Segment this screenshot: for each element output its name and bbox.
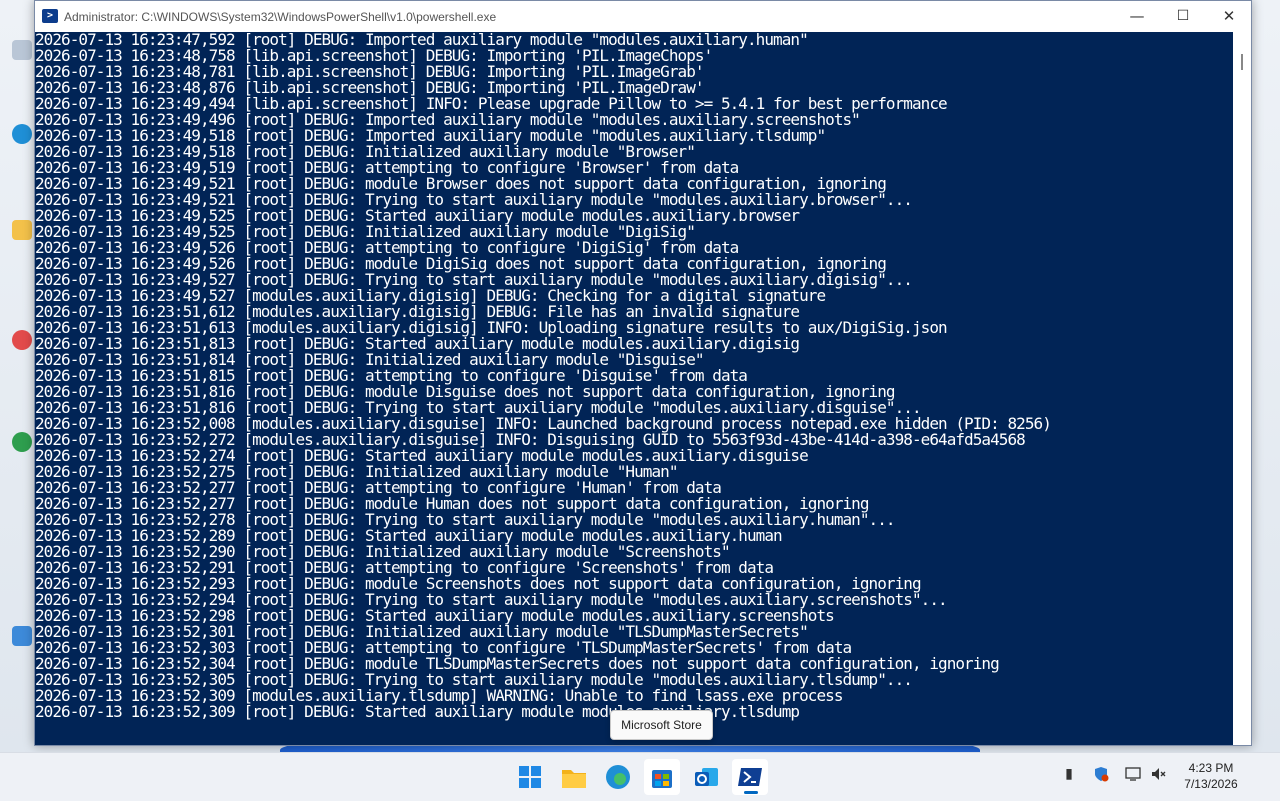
outlook-button[interactable]	[688, 759, 724, 795]
title-bar[interactable]: > Administrator: C:\WINDOWS\System32\Win…	[35, 1, 1251, 32]
taskbar-clock[interactable]: 4:23 PM 7/13/2026	[1176, 760, 1246, 792]
volume-muted-icon[interactable]	[1150, 766, 1166, 782]
active-indicator	[744, 791, 758, 794]
powershell-window[interactable]: > Administrator: C:\WINDOWS\System32\Win…	[34, 0, 1252, 746]
powershell-taskbar-button[interactable]	[732, 759, 768, 795]
start-button[interactable]	[512, 759, 548, 795]
minimize-button[interactable]: —	[1114, 1, 1160, 32]
console-lines: 2026-07-13 16:23:47,592 [root] DEBUG: Im…	[35, 32, 1052, 721]
desktop-edge-icon[interactable]	[12, 124, 32, 144]
folder-icon	[562, 770, 586, 788]
taskbar-tooltip: Microsoft Store	[610, 710, 713, 740]
desktop-folder-icon[interactable]	[12, 220, 32, 240]
desktop-shortcut-icon[interactable]	[12, 626, 32, 646]
edge-icon	[606, 765, 630, 789]
store-icon	[652, 770, 672, 788]
windows-logo-icon	[519, 766, 541, 788]
close-button[interactable]: ✕	[1206, 1, 1252, 32]
desktop-recycle-bin-icon[interactable]	[12, 40, 32, 60]
vertical-scrollbar[interactable]	[1233, 32, 1251, 745]
security-shield-icon[interactable]	[1093, 766, 1109, 782]
edge-button[interactable]	[600, 759, 636, 795]
usb-icon[interactable]: ▮	[1061, 766, 1077, 782]
maximize-button[interactable]: ☐	[1160, 1, 1206, 32]
outlook-icon	[695, 768, 718, 786]
scrollbar-thumb[interactable]	[1241, 54, 1243, 70]
clock-time: 4:23 PM	[1188, 761, 1234, 775]
powershell-icon	[738, 768, 762, 786]
desktop-app-icon-2[interactable]	[12, 432, 32, 452]
taskbar	[0, 752, 1280, 801]
microsoft-store-button[interactable]	[644, 759, 680, 795]
console-line: 2026-07-13 16:23:52,309 [root] DEBUG: St…	[35, 702, 800, 721]
clock-date: 7/13/2026	[1184, 777, 1238, 791]
desktop-app-icon[interactable]	[12, 330, 32, 350]
window-title: Administrator: C:\WINDOWS\System32\Windo…	[64, 10, 497, 24]
console-output[interactable]: 2026-07-13 16:23:47,592 [root] DEBUG: Im…	[35, 32, 1233, 745]
network-icon[interactable]	[1125, 766, 1141, 782]
powershell-icon: >	[42, 9, 58, 23]
file-explorer-button[interactable]	[556, 759, 592, 795]
